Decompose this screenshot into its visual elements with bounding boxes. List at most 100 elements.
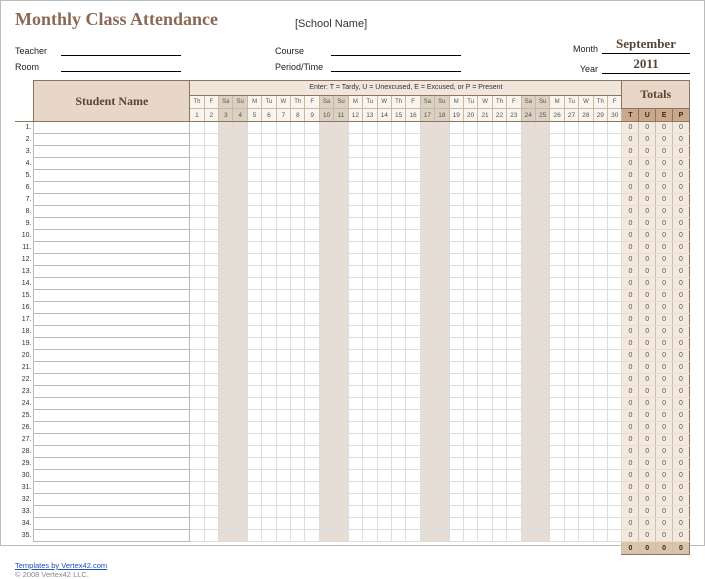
attendance-cell[interactable] [391, 326, 405, 338]
attendance-cell[interactable] [435, 182, 449, 194]
attendance-cell[interactable] [420, 362, 434, 374]
attendance-cell[interactable] [262, 350, 276, 362]
attendance-cell[interactable] [204, 434, 218, 446]
attendance-cell[interactable] [204, 518, 218, 530]
attendance-cell[interactable] [608, 230, 622, 242]
attendance-cell[interactable] [247, 530, 261, 542]
attendance-cell[interactable] [291, 158, 305, 170]
attendance-cell[interactable] [579, 374, 593, 386]
attendance-cell[interactable] [608, 326, 622, 338]
attendance-cell[interactable] [391, 302, 405, 314]
attendance-cell[interactable] [334, 374, 348, 386]
attendance-cell[interactable] [420, 386, 434, 398]
attendance-cell[interactable] [276, 182, 290, 194]
attendance-cell[interactable] [219, 446, 233, 458]
attendance-cell[interactable] [478, 482, 492, 494]
attendance-cell[interactable] [564, 242, 578, 254]
attendance-cell[interactable] [348, 158, 362, 170]
student-name-cell[interactable] [34, 170, 190, 182]
attendance-cell[interactable] [348, 254, 362, 266]
attendance-cell[interactable] [608, 422, 622, 434]
attendance-cell[interactable] [478, 182, 492, 194]
attendance-cell[interactable] [478, 230, 492, 242]
attendance-cell[interactable] [492, 446, 506, 458]
attendance-cell[interactable] [593, 422, 607, 434]
attendance-cell[interactable] [233, 302, 247, 314]
attendance-cell[interactable] [608, 206, 622, 218]
attendance-cell[interactable] [550, 410, 564, 422]
attendance-cell[interactable] [593, 158, 607, 170]
attendance-cell[interactable] [463, 254, 477, 266]
attendance-cell[interactable] [247, 458, 261, 470]
student-name-cell[interactable] [34, 122, 190, 134]
attendance-cell[interactable] [608, 290, 622, 302]
attendance-cell[interactable] [319, 158, 333, 170]
attendance-cell[interactable] [507, 326, 521, 338]
attendance-cell[interactable] [305, 146, 319, 158]
attendance-cell[interactable] [233, 506, 247, 518]
attendance-cell[interactable] [363, 230, 377, 242]
attendance-cell[interactable] [507, 482, 521, 494]
attendance-cell[interactable] [492, 434, 506, 446]
attendance-cell[interactable] [334, 134, 348, 146]
attendance-cell[interactable] [406, 134, 420, 146]
attendance-cell[interactable] [550, 338, 564, 350]
attendance-cell[interactable] [593, 482, 607, 494]
attendance-cell[interactable] [492, 302, 506, 314]
attendance-cell[interactable] [507, 506, 521, 518]
attendance-cell[interactable] [420, 122, 434, 134]
attendance-cell[interactable] [276, 530, 290, 542]
attendance-cell[interactable] [233, 242, 247, 254]
attendance-cell[interactable] [449, 506, 463, 518]
attendance-cell[interactable] [247, 194, 261, 206]
attendance-cell[interactable] [219, 422, 233, 434]
attendance-cell[interactable] [219, 470, 233, 482]
student-name-cell[interactable] [34, 314, 190, 326]
attendance-cell[interactable] [579, 482, 593, 494]
attendance-cell[interactable] [550, 350, 564, 362]
attendance-cell[interactable] [564, 410, 578, 422]
attendance-cell[interactable] [319, 482, 333, 494]
attendance-cell[interactable] [319, 530, 333, 542]
attendance-cell[interactable] [348, 326, 362, 338]
attendance-cell[interactable] [291, 314, 305, 326]
attendance-cell[interactable] [262, 338, 276, 350]
attendance-cell[interactable] [204, 194, 218, 206]
attendance-cell[interactable] [478, 266, 492, 278]
attendance-cell[interactable] [276, 122, 290, 134]
attendance-cell[interactable] [579, 302, 593, 314]
attendance-cell[interactable] [579, 410, 593, 422]
attendance-cell[interactable] [377, 254, 391, 266]
attendance-cell[interactable] [276, 338, 290, 350]
attendance-cell[interactable] [190, 146, 204, 158]
attendance-cell[interactable] [435, 242, 449, 254]
attendance-cell[interactable] [579, 230, 593, 242]
attendance-cell[interactable] [247, 410, 261, 422]
attendance-cell[interactable] [348, 494, 362, 506]
attendance-cell[interactable] [608, 134, 622, 146]
attendance-cell[interactable] [478, 398, 492, 410]
attendance-cell[interactable] [608, 482, 622, 494]
attendance-cell[interactable] [204, 170, 218, 182]
attendance-cell[interactable] [608, 254, 622, 266]
attendance-cell[interactable] [391, 362, 405, 374]
attendance-cell[interactable] [190, 122, 204, 134]
attendance-cell[interactable] [521, 206, 535, 218]
student-name-cell[interactable] [34, 194, 190, 206]
attendance-cell[interactable] [391, 350, 405, 362]
attendance-cell[interactable] [204, 410, 218, 422]
attendance-cell[interactable] [593, 494, 607, 506]
attendance-cell[interactable] [204, 350, 218, 362]
attendance-cell[interactable] [334, 494, 348, 506]
attendance-cell[interactable] [377, 134, 391, 146]
period-input[interactable] [331, 60, 461, 72]
attendance-cell[interactable] [521, 290, 535, 302]
attendance-cell[interactable] [247, 434, 261, 446]
attendance-cell[interactable] [190, 410, 204, 422]
attendance-cell[interactable] [492, 530, 506, 542]
attendance-cell[interactable] [204, 146, 218, 158]
student-name-cell[interactable] [34, 398, 190, 410]
attendance-cell[interactable] [190, 518, 204, 530]
attendance-cell[interactable] [463, 350, 477, 362]
attendance-cell[interactable] [593, 374, 607, 386]
